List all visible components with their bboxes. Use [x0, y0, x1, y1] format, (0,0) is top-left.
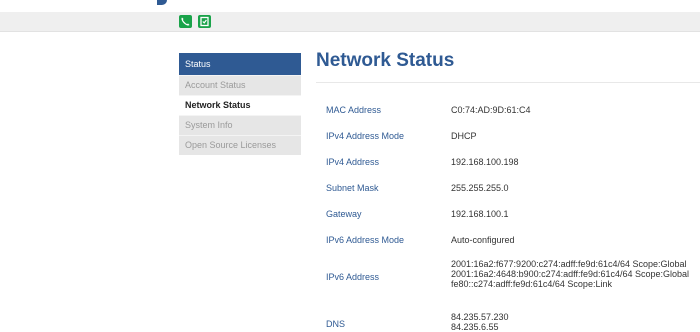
field-label: IPv4 Address: [326, 157, 380, 167]
brand-logo: [157, 0, 167, 5]
row-ipv4-address: IPv4 Address 192.168.100.198: [316, 150, 700, 176]
ipv6-address-value: 2001:16a2:4648:b900:c274:adff:fe9d:61c4/…: [451, 269, 690, 279]
field-value: 192.168.100.1: [451, 209, 509, 219]
row-ipv6-address-mode: IPv6 Address Mode Auto-configured: [316, 228, 700, 254]
ipv6-address-value: 2001:16a2:f677:9200:c274:adff:fe9d:61c4/…: [451, 259, 687, 269]
title-divider: [316, 82, 700, 83]
sidebar-item-account-status[interactable]: Account Status: [179, 75, 301, 95]
dns-server-value: 84.235.6.55: [451, 322, 499, 332]
row-gateway: Gateway 192.168.100.1: [316, 202, 700, 228]
row-ipv6-address: IPv6 Address 2001:16a2:f677:9200:c274:ad…: [316, 254, 700, 302]
page-title: Network Status: [316, 50, 455, 71]
field-label: DNS: [326, 319, 346, 329]
sidebar-item-open-source-licenses[interactable]: Open Source Licenses: [179, 135, 301, 155]
field-value-list: 84.235.57.230 84.235.6.55: [451, 312, 509, 332]
phone-icon[interactable]: [179, 15, 192, 28]
main-content: Network Status MAC Address C0:74:AD:9D:6…: [316, 48, 700, 332]
sidebar-header-status[interactable]: Status: [179, 53, 301, 75]
network-status-table: MAC Address C0:74:AD:9D:61:C4 IPv4 Addre…: [316, 98, 700, 332]
field-value: Auto-configured: [451, 235, 515, 245]
dns-server-value: 84.235.57.230: [451, 312, 509, 322]
field-value: 192.168.100.198: [451, 157, 519, 167]
field-label: IPv6 Address Mode: [326, 235, 405, 245]
toolbar: [0, 12, 700, 32]
field-value: 255.255.255.0: [451, 183, 509, 193]
field-label: Gateway: [326, 209, 362, 219]
field-label: IPv4 Address Mode: [326, 131, 405, 141]
sidebar-nav: Status Account Status Network Status Sys…: [179, 53, 301, 155]
row-mac-address: MAC Address C0:74:AD:9D:61:C4: [316, 98, 700, 124]
field-label: MAC Address: [326, 105, 382, 115]
field-label: IPv6 Address: [326, 272, 380, 282]
row-ipv4-address-mode: IPv4 Address Mode DHCP: [316, 124, 700, 150]
field-value: DHCP: [451, 131, 477, 141]
field-value: C0:74:AD:9D:61:C4: [451, 105, 531, 115]
row-dns: DNS 84.235.57.230 84.235.6.55: [316, 302, 700, 332]
screen-share-icon[interactable]: [198, 15, 211, 28]
row-subnet-mask: Subnet Mask 255.255.255.0: [316, 176, 700, 202]
sidebar-item-system-info[interactable]: System Info: [179, 115, 301, 135]
ipv6-address-value: fe80::c274:adff:fe9d:61c4/64 Scope:Link: [451, 279, 612, 289]
top-header-strip: [0, 0, 700, 12]
field-value-list: 2001:16a2:f677:9200:c274:adff:fe9d:61c4/…: [451, 259, 689, 289]
sidebar-item-network-status[interactable]: Network Status: [179, 95, 301, 115]
field-label: Subnet Mask: [326, 183, 379, 193]
